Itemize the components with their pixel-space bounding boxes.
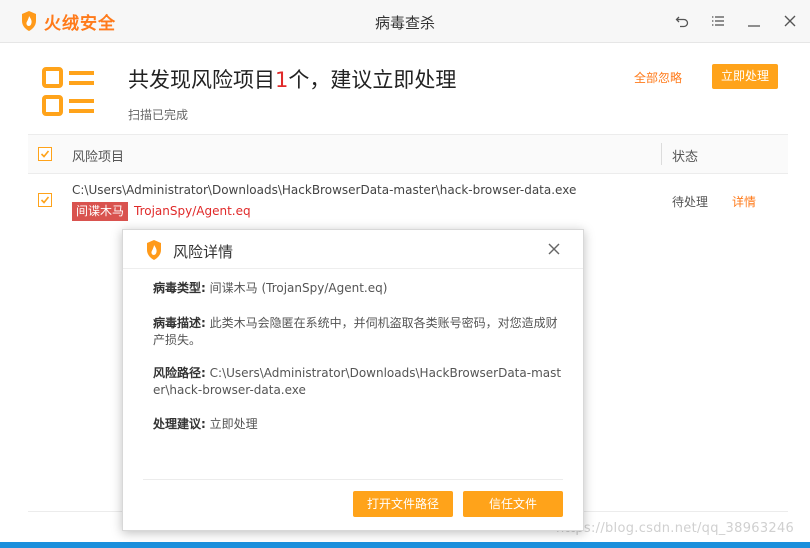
column-divider [661, 143, 662, 165]
ignore-all-link[interactable]: 全部忽略 [634, 69, 682, 86]
advice-value: 立即处理 [209, 417, 258, 431]
table-header: 风险项目 状态 [28, 134, 788, 174]
checkmark-icon [40, 150, 50, 158]
fix-now-button[interactable]: 立即处理 [712, 64, 778, 89]
dialog-footer-divider [143, 479, 563, 480]
scan-result-headline: 共发现风险项目1个，建议立即处理 [128, 64, 456, 94]
virus-name: TrojanSpy/Agent.eq [134, 204, 251, 218]
virus-type-field: 病毒类型: 间谍木马 (TrojanSpy/Agent.eq) [153, 280, 565, 297]
row-checkbox[interactable] [38, 193, 52, 207]
column-header-risk: 风险项目 [72, 150, 125, 165]
trust-file-button[interactable]: 信任文件 [463, 491, 563, 517]
headline-prefix: 共发现风险项目 [128, 68, 275, 92]
scan-status: 扫描已完成 [128, 108, 189, 122]
checkmark-icon [40, 196, 50, 204]
open-file-path-button[interactable]: 打开文件路径 [353, 491, 453, 517]
title-bar: 火绒安全 病毒查杀 [0, 0, 810, 43]
headline-suffix: 个，建议立即处理 [288, 68, 457, 92]
virus-desc-field: 病毒描述: 此类木马会隐匿在系统中，并伺机盗取各类账号密码，对您造成财产损失。 [153, 315, 565, 349]
menu-icon[interactable] [709, 12, 727, 30]
select-all-checkbox[interactable] [38, 147, 52, 161]
checklist-icon [42, 67, 94, 116]
watermark: https://blog.csdn.net/qq_38963246 [556, 521, 795, 536]
risk-count: 1 [275, 68, 289, 92]
close-icon[interactable] [781, 12, 799, 30]
risk-path-value: C:\Users\Administrator\Downloads\HackBro… [153, 366, 562, 397]
risk-detail-dialog: 风险详情 病毒类型: 间谍木马 (TrojanSpy/Agent.eq) 病毒描… [122, 229, 584, 531]
advice-label: 处理建议: [153, 417, 206, 431]
advice-field: 处理建议: 立即处理 [153, 416, 565, 433]
detail-link[interactable]: 详情 [732, 193, 756, 210]
minimize-icon[interactable] [745, 12, 763, 30]
taskbar-strip [0, 542, 810, 548]
back-icon[interactable] [673, 12, 691, 30]
huorong-logo-icon [147, 240, 161, 260]
risk-path-field: 风险路径: C:\Users\Administrator\Downloads\H… [153, 365, 565, 399]
column-header-status: 状态 [672, 150, 699, 165]
virus-type-value: 间谍木马 (TrojanSpy/Agent.eq) [209, 281, 388, 295]
virus-desc-label: 病毒描述: [153, 316, 206, 330]
dialog-close-icon[interactable] [546, 241, 562, 257]
virus-desc-value: 此类木马会隐匿在系统中，并伺机盗取各类账号密码，对您造成财产损失。 [153, 316, 558, 347]
risk-type-badge: 间谍木马 [72, 202, 129, 221]
dialog-title-divider [123, 268, 583, 269]
dialog-title: 风险详情 [173, 243, 234, 261]
row-status: 待处理 [672, 195, 709, 209]
virus-type-label: 病毒类型: [153, 281, 206, 295]
risk-path-label: 风险路径: [153, 366, 206, 380]
risk-file-path: C:\Users\Administrator\Downloads\HackBro… [72, 183, 577, 197]
